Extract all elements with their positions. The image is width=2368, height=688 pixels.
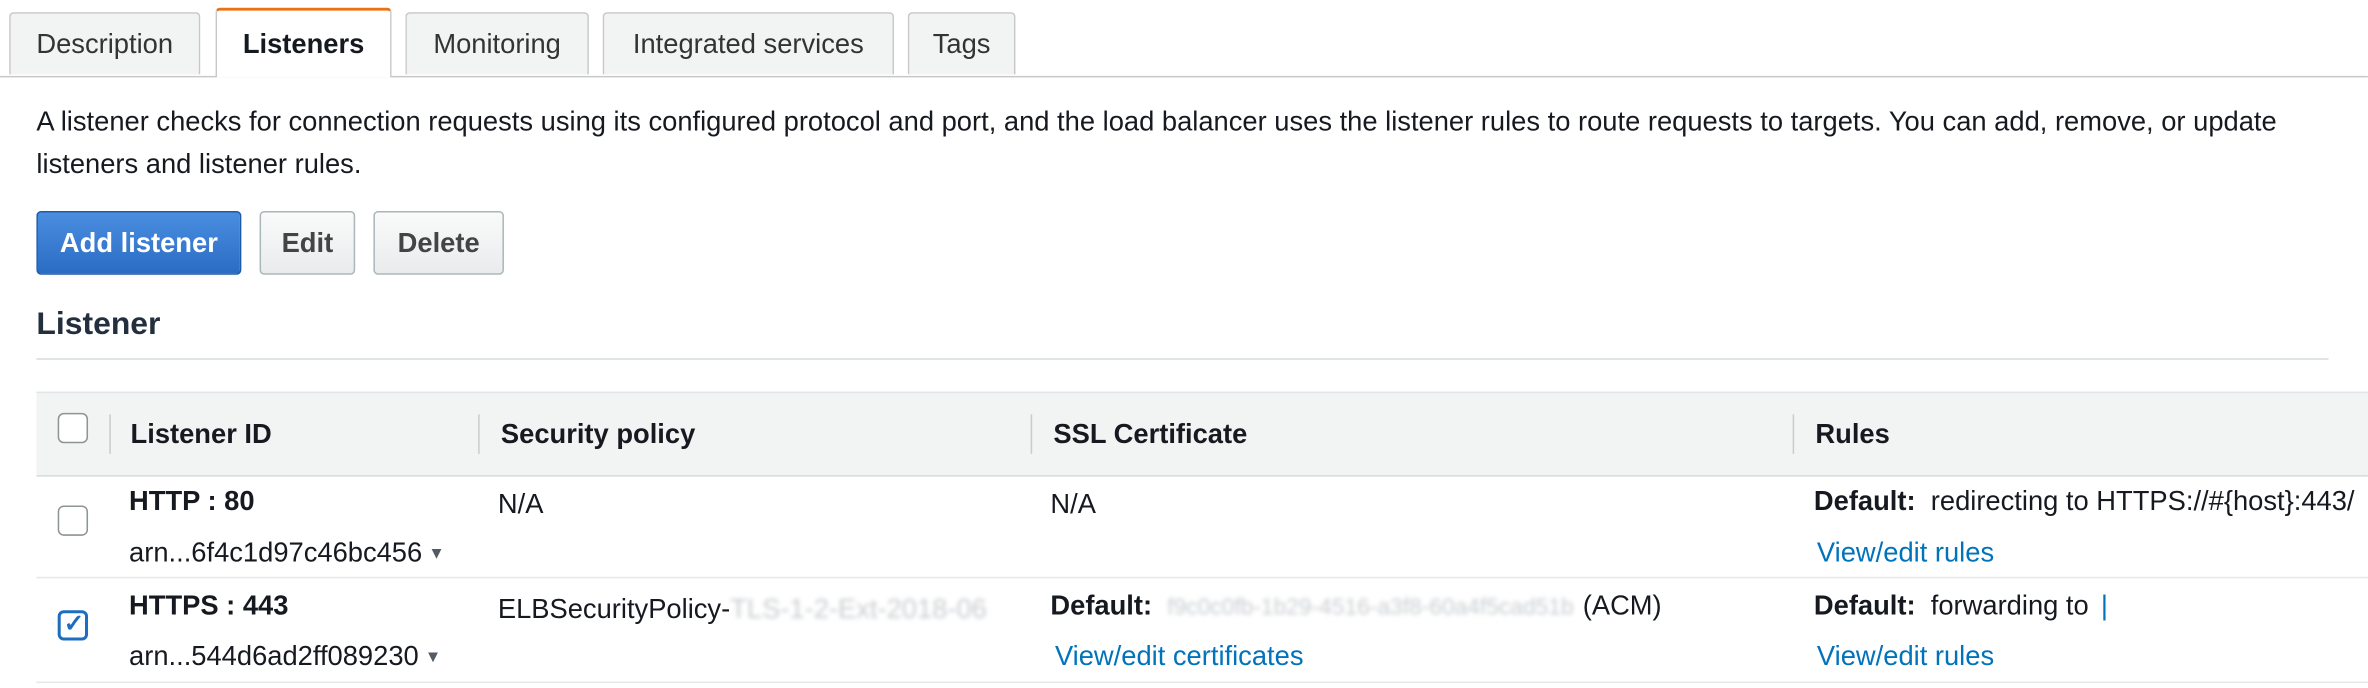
security-policy-value: ELBSecurityPolicy-TLS-1-2-Ext-2018-06 — [498, 593, 987, 625]
listeners-description: A listener checks for connection request… — [36, 106, 2277, 180]
ssl-certificate-obscured-id: f9c0c0fb-1b29-4516-a3f8-60a4f5cad51b — [1167, 595, 1574, 621]
security-policy-value: N/A — [497, 488, 544, 520]
row-checkbox[interactable]: ✓ — [57, 610, 89, 641]
tab-listeners[interactable]: Listeners — [215, 7, 392, 78]
column-separator — [478, 414, 480, 454]
target-group-link[interactable]: | — [2101, 590, 2108, 620]
table-row[interactable]: ✓ HTTPS : 443 arn...544d6ad2ff089230 ▼ EL… — [36, 578, 2368, 684]
security-policy-prefix: ELBSecurityPolicy- — [497, 593, 731, 624]
view-edit-rules-link[interactable]: View/edit rules — [1817, 641, 1994, 673]
column-header-ssl-certificate[interactable]: SSL Certificate — [1053, 393, 1247, 475]
caret-down-icon[interactable]: ▼ — [425, 648, 442, 666]
rules-default-value: redirecting to HTTPS://#{host}:443/ — [1930, 485, 2355, 517]
rules-default: Default: redirecting to HTTPS://#{host}:4… — [1814, 486, 2355, 518]
select-all-checkbox[interactable] — [57, 412, 89, 444]
tab-integrated-services[interactable]: Integrated services — [602, 12, 895, 75]
listener-protocol-port: HTTPS : 443 — [129, 590, 289, 621]
rules-default-label: Default: — [1813, 590, 1916, 621]
add-listener-button[interactable]: Add listener — [36, 210, 242, 275]
column-separator — [1792, 414, 1795, 454]
column-separator — [109, 414, 111, 454]
listener-arn-text: arn...544d6ad2ff089230 — [129, 640, 419, 671]
security-policy-obscured: TLS-1-2-Ext-2018-06 — [730, 593, 987, 624]
table-row[interactable]: HTTP : 80 arn...6f4c1d97c46bc456 ▼ N/A N/… — [36, 475, 2368, 579]
tab-monitoring[interactable]: Monitoring — [405, 12, 589, 75]
delete-button[interactable]: Delete — [373, 210, 504, 275]
section-divider — [36, 358, 2329, 360]
tab-tags[interactable]: Tags — [907, 12, 1016, 75]
tab-description[interactable]: Description — [9, 12, 201, 75]
column-header-listener-id[interactable]: Listener ID — [131, 393, 272, 475]
section-title: Listener — [36, 306, 161, 342]
ssl-certificate-source: (ACM) — [1582, 590, 1662, 621]
ssl-certificate-default-label: Default: — [1050, 590, 1153, 621]
column-header-rules[interactable]: Rules — [1815, 393, 1889, 475]
caret-down-icon[interactable]: ▼ — [428, 545, 445, 563]
view-edit-rules-link[interactable]: View/edit rules — [1817, 537, 1994, 569]
ssl-certificate-value: N/A — [1050, 488, 1096, 520]
tab-bar: Description Listeners Monitoring Integra… — [0, 0, 2368, 78]
table-header: Listener ID Security policy SSL Certific… — [36, 391, 2368, 477]
listener-protocol-port: HTTP : 80 — [129, 485, 255, 517]
rules-default-label: Default: — [1813, 485, 1916, 517]
row-checkbox[interactable] — [57, 505, 89, 536]
listener-arn-text: arn...6f4c1d97c46bc456 — [129, 537, 423, 568]
ssl-certificate-value: Default: f9c0c0fb-1b29-4516-a3f8-60a4f5ca… — [1050, 590, 1661, 622]
column-separator — [1030, 414, 1033, 454]
edit-button[interactable]: Edit — [259, 210, 356, 275]
view-edit-certificates-link[interactable]: View/edit certificates — [1055, 641, 1304, 673]
rules-default-value: forwarding to — [1930, 590, 2089, 621]
listener-arn[interactable]: arn...544d6ad2ff089230 ▼ — [129, 641, 441, 673]
listener-arn[interactable]: arn...6f4c1d97c46bc456 ▼ — [129, 537, 445, 569]
rules-default: Default: forwarding to | — [1814, 590, 2108, 622]
checkmark-icon: ✓ — [63, 611, 85, 638]
column-header-security-policy[interactable]: Security policy — [501, 393, 695, 475]
